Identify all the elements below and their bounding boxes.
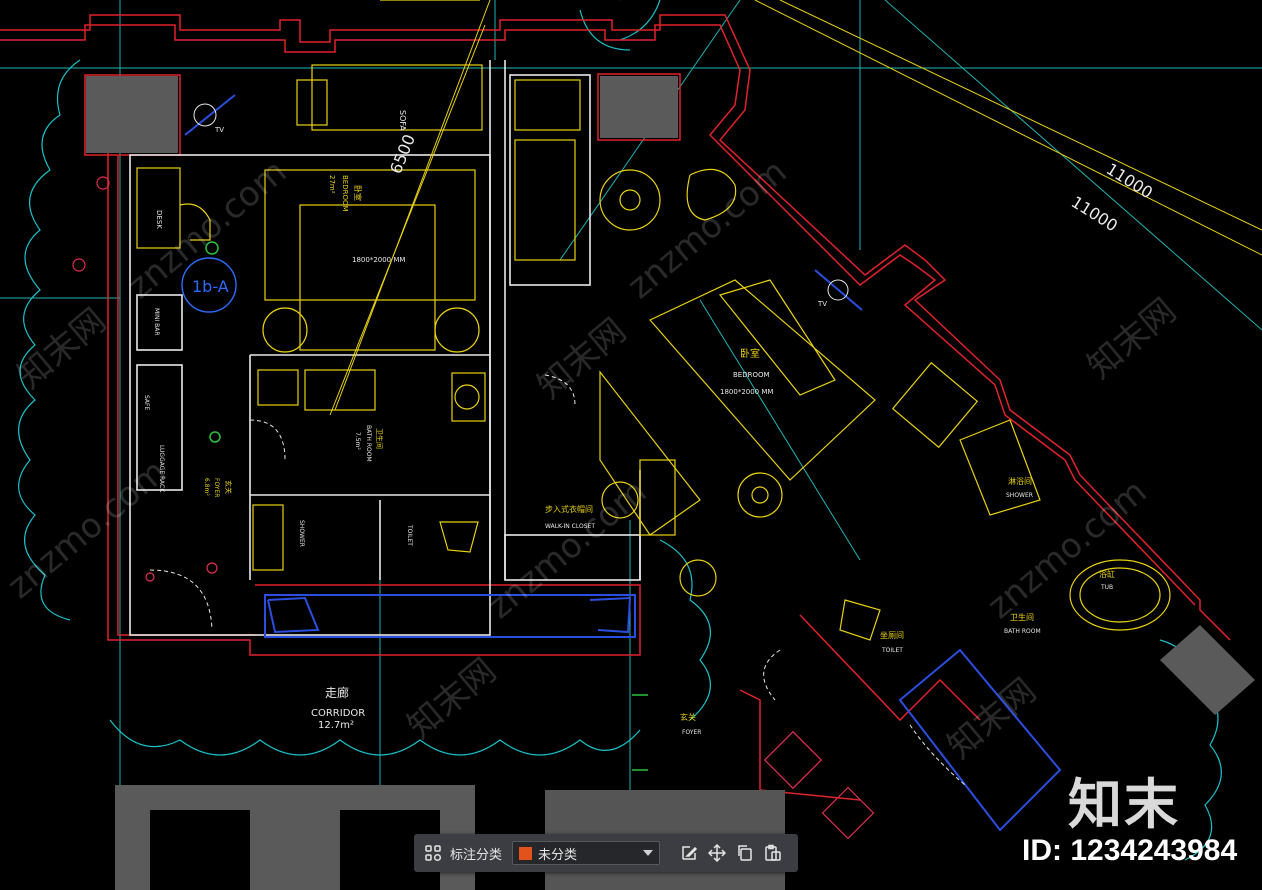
label-tag-1b: 1b-A xyxy=(192,277,229,296)
label-bedroom-left-en: BEDROOM xyxy=(341,175,349,212)
floor-plan[interactable]: 6500 11000 11000 SOFA TV TV 卧室 BEDROOM 2… xyxy=(0,0,1262,890)
label-tv-left: TV xyxy=(214,126,224,134)
move-icon[interactable] xyxy=(706,842,728,864)
label-toilet-left: TOILET xyxy=(406,524,413,546)
category-color-swatch xyxy=(519,846,533,860)
label-toilet-right-cn: 坐厕间 xyxy=(880,631,904,640)
label-tv-right: TV xyxy=(817,300,827,308)
label-foyer-right-en: FOYER xyxy=(682,729,701,736)
grid-icon[interactable] xyxy=(422,842,444,864)
label-bedroom-right-cn: 卧室 xyxy=(740,347,760,360)
label-corridor-cn: 走廊 xyxy=(325,685,349,700)
label-tub-cn: 浴缸 xyxy=(1099,569,1115,579)
chevron-down-icon xyxy=(643,850,654,856)
label-bedroom-right-size: 1800*2000 MM xyxy=(720,388,773,396)
label-bedroom-left-area: 27m² xyxy=(328,175,336,194)
label-foyer-en: FOYER xyxy=(213,478,220,497)
label-foyer-cn: 玄关 xyxy=(224,480,233,494)
copy-icon[interactable] xyxy=(734,842,756,864)
label-bath-en: BATH ROOM xyxy=(365,425,372,462)
paste-icon[interactable] xyxy=(762,842,784,864)
label-minibar: MINI BAR xyxy=(153,308,160,336)
label-bed-left-size: 1800*2000 MM xyxy=(352,256,405,264)
cad-drawing-canvas[interactable]: 6500 11000 11000 SOFA TV TV 卧室 BEDROOM 2… xyxy=(0,0,1262,890)
edit-icon[interactable] xyxy=(678,842,700,864)
label-toilet-right-en: TOILET xyxy=(881,647,903,654)
label-sofa: SOFA xyxy=(398,110,407,131)
label-desk: DESK xyxy=(155,210,163,229)
label-bath-area: 7.5m² xyxy=(354,432,361,450)
category-value: 未分类 xyxy=(538,847,578,863)
label-bedroom-left-cn: 卧室 xyxy=(353,185,363,201)
label-foyer-right-cn: 玄关 xyxy=(680,712,696,722)
category-label: 标注分类 xyxy=(450,847,503,863)
label-bath-right-en: BATH ROOM xyxy=(1004,628,1041,635)
label-shower-left: SHOWER xyxy=(298,520,305,547)
label-shower-right-en: SHOWER xyxy=(1006,492,1033,499)
label-corridor-area: 12.7m² xyxy=(318,720,354,731)
category-select[interactable]: 未分类 xyxy=(512,841,661,865)
label-safe: SAFE xyxy=(143,395,150,410)
label-foyer-area: 6.8m² xyxy=(203,478,210,496)
image-id-label: ID: 1234243984 xyxy=(1022,834,1238,867)
annotation-toolbar: 标注分类 未分类 xyxy=(414,834,798,872)
label-bath-cn: 卫生间 xyxy=(375,428,384,449)
label-bedroom-right-en: BEDROOM xyxy=(733,371,770,379)
brand-logo: 知末 xyxy=(1068,773,1180,836)
label-tub-en: TUB xyxy=(1100,584,1113,591)
label-corridor-en: CORRIDOR xyxy=(311,708,365,719)
label-shower-right-cn: 淋浴间 xyxy=(1008,476,1032,486)
